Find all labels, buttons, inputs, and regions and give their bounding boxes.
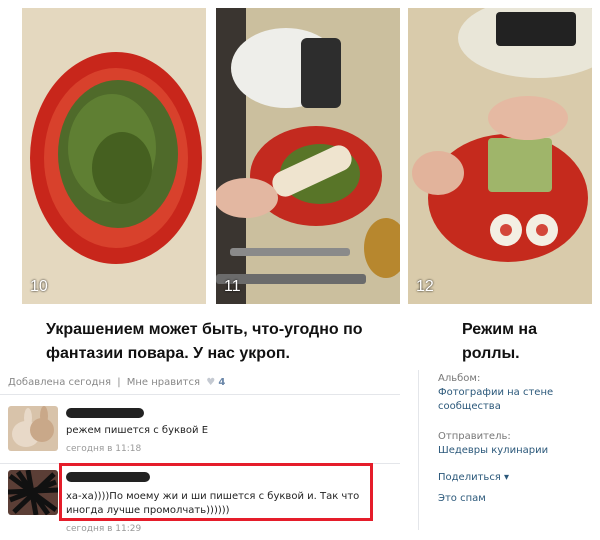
share-button[interactable]: Поделиться ▾ (438, 471, 509, 485)
sender-label: Отправитель: (438, 431, 511, 442)
caption-right: Режим на роллы. (462, 318, 582, 366)
post-meta: Добавлена сегодня | Мне нравится ♥ 4 (8, 377, 225, 388)
sender-link[interactable]: Шедевры кулинарии (438, 444, 548, 458)
photo-number: 11 (224, 278, 241, 295)
caption-line: фантазии повара. У нас укроп. (46, 345, 290, 362)
photo-12[interactable]: 12 (408, 8, 592, 304)
heart-icon[interactable]: ♥ (206, 377, 215, 388)
like-count: 4 (218, 377, 226, 388)
photo-11-image (216, 8, 400, 304)
highlight-box (59, 463, 373, 521)
share-label: Поделиться ▾ (438, 472, 510, 483)
album-link[interactable]: Фотографии на стене сообщества (438, 386, 553, 414)
caption-line: Режим на (462, 321, 537, 338)
sender-info: Отправитель: Шедевры кулинарии (438, 430, 548, 458)
added-date: Добавлена сегодня (8, 377, 111, 388)
photo-number: 10 (30, 278, 48, 295)
album-info: Альбом: Фотографии на стене сообщества (438, 372, 553, 414)
photo-12-image (408, 8, 592, 304)
photo-number: 12 (416, 278, 434, 295)
column-divider (418, 370, 419, 530)
meta-separator: | (117, 377, 121, 388)
album-label: Альбом: (438, 373, 481, 384)
comment-1: режем пишется с буквой Е сегодня в 11:18 (0, 400, 400, 462)
caption-left: Украшением может быть, что-угодно по фан… (46, 318, 386, 366)
photo-10[interactable]: 10 (22, 8, 206, 304)
comment-time[interactable]: сегодня в 11:18 (66, 444, 141, 454)
avatar-scribbled[interactable] (8, 470, 58, 515)
photo-10-image (22, 8, 206, 304)
caption-line: Украшением может быть, что-угодно по (46, 321, 363, 338)
album-line: Фотографии на стене (438, 387, 554, 398)
redacted-author-name[interactable] (66, 408, 144, 418)
spam-label: Это спам (438, 493, 486, 504)
comment-text: режем пишется с буквой Е (66, 425, 209, 436)
avatar[interactable] (8, 406, 58, 451)
divider (0, 394, 400, 395)
photo-11[interactable]: 11 (216, 8, 400, 304)
album-line: сообщества (438, 401, 501, 412)
spam-link[interactable]: Это спам (438, 492, 486, 506)
like-link[interactable]: Мне нравится (127, 377, 200, 388)
caption-line: роллы. (462, 345, 520, 362)
comment-time[interactable]: сегодня в 11:29 (66, 524, 141, 534)
